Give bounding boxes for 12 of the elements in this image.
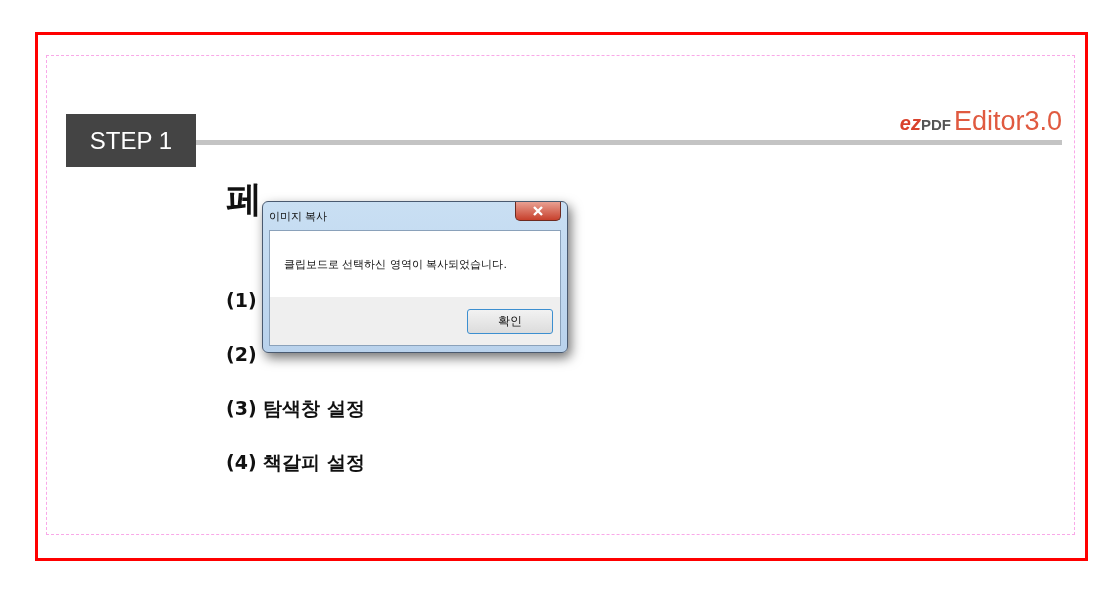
logo: ezPDF Editor3.0 [899,106,1062,137]
list-item: (2) [226,342,258,366]
close-icon [532,206,544,216]
list-item: (1) [226,288,258,312]
dialog-title: 이미지 복사 [269,208,328,224]
page-title: 페 [226,177,262,221]
dialog-message: 클립보드로 선택하신 영역이 복사되었습니다. [284,256,507,272]
step-label: STEP 1 [66,114,196,167]
list-item: (3) 탐색창 설정 [226,396,366,420]
ok-button[interactable]: 확인 [467,308,553,334]
list-item: (4) 책갈피 설정 [226,450,366,474]
close-button[interactable] [515,202,561,221]
